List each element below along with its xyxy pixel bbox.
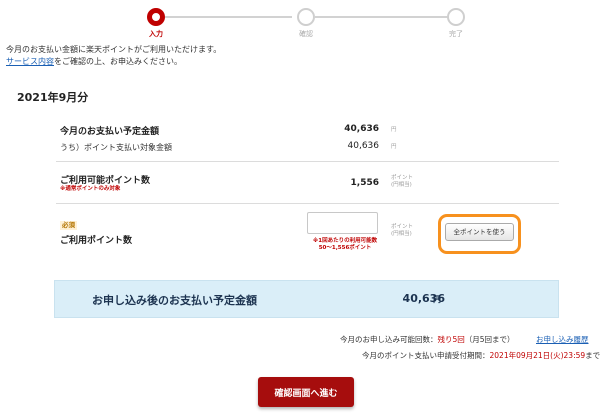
available-points-label: ご利用可能ポイント数 — [60, 176, 151, 186]
available-points-unit: ポイント (円相当) — [391, 175, 413, 189]
page-title: 2021年9月分 — [17, 91, 89, 104]
use-points-unit-main: ポイント — [391, 224, 414, 230]
available-points-value: 1,556 — [350, 178, 379, 188]
application-period-suffix: まで — [585, 351, 600, 360]
remaining-count-suffix: （月5回まで） — [464, 335, 515, 344]
application-period-prefix: 今月のポイント支払い申請受付期間： — [362, 351, 490, 360]
use-points-limit-note: ※1回あたりの利用可能数 50～1,556ポイント — [308, 238, 382, 252]
available-points-note: ※通常ポイントのみ対象 — [60, 186, 121, 192]
eligible-amount-value: 40,636 — [347, 141, 380, 151]
divider — [56, 203, 559, 204]
step-connector — [315, 16, 448, 18]
required-badge: 必須 — [60, 221, 77, 230]
step-confirm-icon — [297, 8, 315, 26]
use-points-limit-range: 50～1,556ポイント — [318, 245, 372, 251]
eligible-amount-unit: 円 — [391, 144, 397, 150]
eligible-amount-label: うち）ポイント支払い対象金額 — [60, 143, 172, 152]
use-points-limit-label: ※1回あたりの利用可能数 — [312, 238, 378, 244]
step-connector — [165, 16, 292, 18]
intro-line-1: 今月のお支払い金額に楽天ポイントがご利用いただけます。 — [6, 45, 222, 54]
available-points-unit-sub: (円相当) — [391, 182, 412, 188]
service-details-link[interactable]: サービス内容 — [6, 57, 54, 66]
payment-amount-value: 40,636 — [344, 124, 379, 134]
total-summary-box: お申し込み後のお支払い予定金額 40,636 円 — [54, 280, 559, 318]
use-points-unit: ポイント (円相当) — [391, 224, 413, 238]
total-amount-unit: 円 — [433, 295, 441, 304]
payment-amount-unit: 円 — [391, 127, 397, 133]
application-period-value: 2021年09月21日(火)23:59 — [489, 351, 586, 360]
remaining-count-info: 今月のお申し込み可能回数：残り5回（月5回まで） — [340, 334, 515, 345]
total-amount-label: お申し込み後のお支払い予定金額 — [92, 294, 257, 307]
step-input-label: 入力 — [149, 30, 163, 38]
use-points-unit-sub: (円相当) — [391, 231, 412, 237]
intro-line-2: サービス内容をご確認の上、お申込みください。 — [6, 56, 221, 68]
use-points-input[interactable] — [307, 212, 378, 234]
payment-amount-label: 今月のお支払い予定金額 — [60, 127, 160, 137]
application-history-link[interactable]: お申し込み履歴 — [536, 334, 589, 345]
proceed-to-confirm-button[interactable]: 確認画面へ進む — [258, 377, 354, 407]
remaining-count-value: 残り5回 — [437, 335, 465, 344]
remaining-count-prefix: 今月のお申し込み可能回数： — [340, 335, 438, 344]
use-points-label: ご利用ポイント数 — [60, 236, 133, 246]
step-complete-label: 完了 — [449, 30, 463, 38]
step-confirm-label: 確認 — [299, 30, 313, 38]
step-complete-icon — [447, 8, 465, 26]
step-input-icon — [147, 8, 165, 26]
available-points-unit-main: ポイント — [391, 175, 414, 181]
progress-stepper: 入力 確認 完了 — [0, 0, 600, 44]
intro-line-2-text: をご確認の上、お申込みください。 — [54, 57, 182, 66]
divider — [56, 161, 559, 162]
application-period-info: 今月のポイント支払い申請受付期間：2021年09月21日(火)23:59まで — [362, 350, 600, 361]
use-all-points-button[interactable]: 全ポイントを使う — [445, 223, 514, 241]
intro-text: 今月のお支払い金額に楽天ポイントがご利用いただけます。 サービス内容をご確認の上… — [6, 44, 221, 68]
